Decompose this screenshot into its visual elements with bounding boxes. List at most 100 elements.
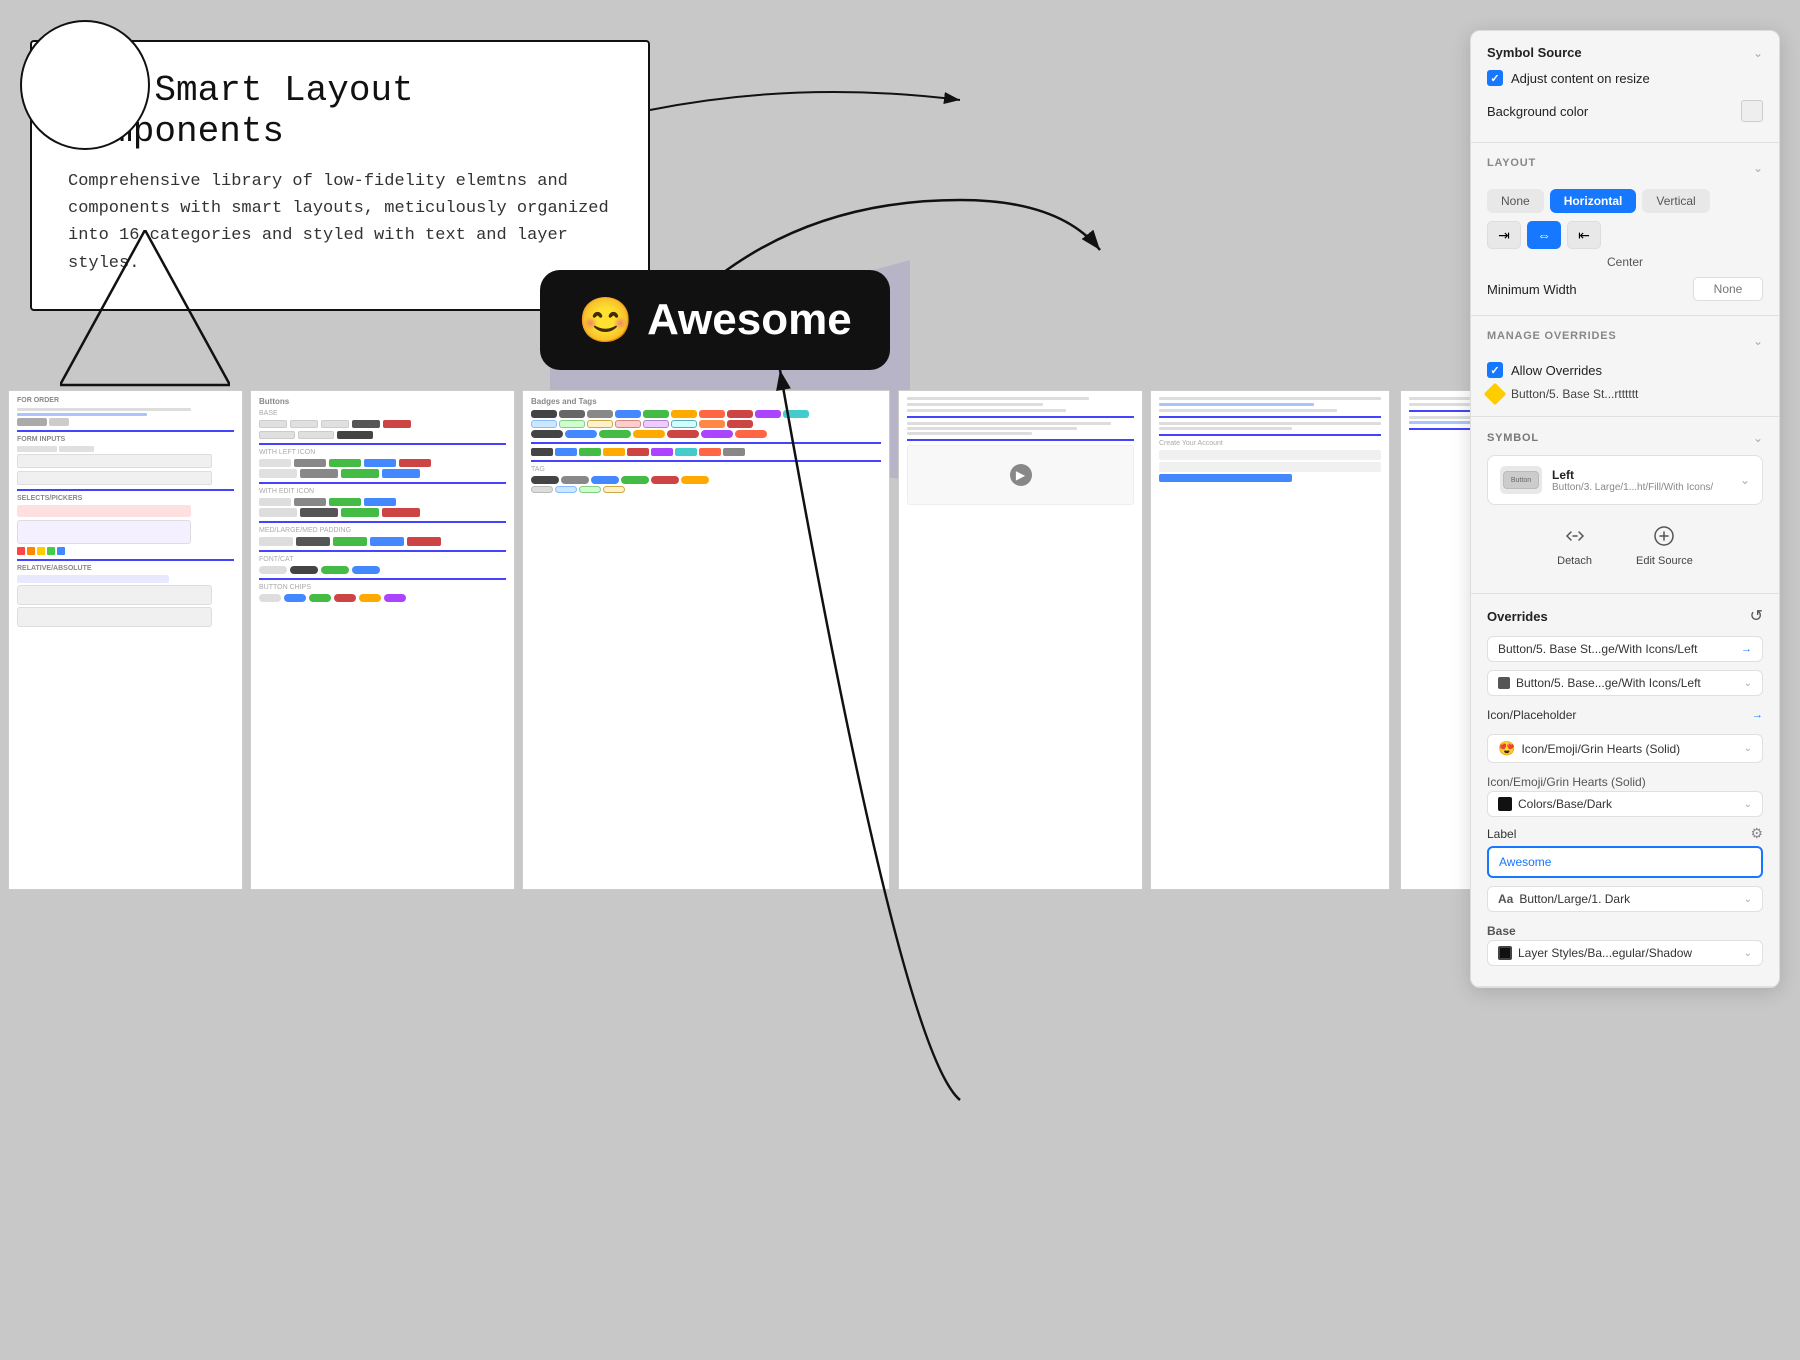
thumb-panel-5: Create Your Account (1150, 390, 1390, 890)
detach-label: Detach (1557, 555, 1592, 567)
symbol-preview[interactable]: Button Left Button/3. Large/1...ht/Fill/… (1487, 455, 1763, 505)
overrides-title: Overrides (1487, 609, 1548, 624)
override-text-layer: Layer Styles/Ba...egular/Shadow (1518, 946, 1744, 960)
thumb-panel-1: FOR ORDER FORM INPUTS SELECTS/PICKERS RE… (8, 390, 243, 890)
overrides-header: Overrides ↺ (1487, 606, 1763, 626)
label-field-header: Label (1487, 827, 1516, 841)
button-base-text: Button/5. Base St...rtttttt (1511, 387, 1638, 401)
triangle-decoration (60, 230, 230, 395)
align-center-button[interactable]: ⇔ (1527, 221, 1561, 249)
layout-section: LAYOUT ⌄ None Horizontal Vertical ⇥ ⇔ ⇤ … (1471, 143, 1779, 316)
override-dropdown-emoji[interactable]: ⌄ (1744, 743, 1752, 754)
diamond-icon (1484, 383, 1507, 406)
button-base-row: Button/5. Base St...rtttttt (1487, 386, 1763, 402)
allow-overrides-label: Allow Overrides (1511, 363, 1602, 378)
manage-overrides-chevron[interactable]: ⌄ (1753, 334, 1763, 348)
manage-overrides-section: MANAGE OVERRIDES ⌄ Allow Overrides Butto… (1471, 316, 1779, 417)
awesome-text: Awesome (647, 295, 852, 345)
icon-placeholder-label: Icon/Placeholder (1487, 708, 1576, 722)
thumb-panel-3: Badges and Tags (522, 390, 890, 890)
min-width-label: Minimum Width (1487, 282, 1577, 297)
override-text-color: Colors/Base/Dark (1518, 797, 1744, 811)
edit-source-icon (1649, 521, 1679, 551)
symbol-source-section: Symbol Source ⌄ Adjust content on resize… (1471, 31, 1779, 143)
override-row-emoji: 😍 Icon/Emoji/Grin Hearts (Solid) ⌄ (1487, 734, 1763, 763)
override-text-emoji: Icon/Emoji/Grin Hearts (Solid) (1521, 742, 1743, 756)
symbol-header: SYMBOL (1487, 432, 1539, 444)
refresh-icon[interactable]: ↺ (1750, 606, 1763, 626)
adjust-content-checkbox[interactable] (1487, 70, 1503, 86)
symbol-header-row: SYMBOL ⌄ (1487, 431, 1763, 445)
symbol-path: Button/3. Large/1...ht/Fill/With Icons/ (1552, 482, 1730, 493)
layout-none-button[interactable]: None (1487, 189, 1544, 213)
manage-overrides-header: MANAGE OVERRIDES (1487, 330, 1617, 342)
override-value-layer[interactable]: Layer Styles/Ba...egular/Shadow ⌄ (1487, 940, 1763, 966)
override-text-1: Button/5. Base...ge/With Icons/Left (1516, 676, 1744, 690)
label-input-active[interactable]: Awesome (1487, 846, 1763, 878)
override-row-0: Button/5. Base St...ge/With Icons/Left → (1487, 636, 1763, 662)
thumb-panel-2: Buttons BASE WITH LEFT ICON (250, 390, 515, 890)
override-row-color: Colors/Base/Dark ⌄ (1487, 791, 1763, 817)
awesome-badge: 😊 Awesome (540, 270, 890, 370)
min-width-row: Minimum Width (1487, 277, 1763, 301)
align-center-label: Center (1487, 255, 1763, 269)
override-value-color[interactable]: Colors/Base/Dark ⌄ (1487, 791, 1763, 817)
override-text-0: Button/5. Base St...ge/With Icons/Left (1498, 642, 1737, 656)
allow-overrides-checkbox[interactable] (1487, 362, 1503, 378)
layout-header: LAYOUT (1487, 157, 1536, 169)
emoji-icon: 😍 (1498, 740, 1515, 757)
symbol-name: Left (1552, 468, 1730, 482)
layout-type-buttons: None Horizontal Vertical (1487, 189, 1763, 213)
override-link-arrow-0[interactable]: → (1741, 643, 1752, 655)
override-value-1[interactable]: Button/5. Base...ge/With Icons/Left ⌄ (1487, 670, 1763, 696)
right-panel: Symbol Source ⌄ Adjust content on resize… (1470, 30, 1780, 988)
adjust-content-label: Adjust content on resize (1511, 71, 1650, 86)
symbol-source-title: Symbol Source (1487, 45, 1582, 60)
symbol-actions: Detach Edit Source (1487, 515, 1763, 573)
label-input-text: Awesome (1499, 855, 1551, 869)
min-width-input[interactable] (1693, 277, 1763, 301)
icon-placeholder-arrow[interactable]: → (1752, 709, 1763, 721)
allow-overrides-row[interactable]: Allow Overrides (1487, 362, 1763, 378)
bg-color-label: Background color (1487, 104, 1588, 119)
override-dropdown-font[interactable]: ⌄ (1744, 894, 1752, 905)
color-swatch (1498, 797, 1512, 811)
align-right-button[interactable]: ⇤ (1567, 221, 1601, 249)
align-left-button[interactable]: ⇥ (1487, 221, 1521, 249)
adjust-content-row[interactable]: Adjust content on resize (1487, 70, 1763, 86)
background-color-row: Background color (1487, 94, 1763, 128)
override-value-emoji[interactable]: 😍 Icon/Emoji/Grin Hearts (Solid) ⌄ (1487, 734, 1763, 763)
overrides-section: Overrides ↺ Button/5. Base St...ge/With … (1471, 594, 1779, 987)
override-row-font: Aa Button/Large/1. Dark ⌄ (1487, 886, 1763, 912)
symbol-preview-info: Left Button/3. Large/1...ht/Fill/With Ic… (1552, 468, 1730, 493)
override-value-font[interactable]: Aa Button/Large/1. Dark ⌄ (1487, 886, 1763, 912)
override-row-layer: Layer Styles/Ba...egular/Shadow ⌄ (1487, 940, 1763, 966)
symbol-source-chevron[interactable]: ⌄ (1753, 46, 1763, 60)
bg-color-swatch[interactable] (1741, 100, 1763, 122)
override-text-font: Button/Large/1. Dark (1519, 892, 1743, 906)
edit-source-button[interactable]: Edit Source (1624, 515, 1705, 573)
override-dropdown-layer[interactable]: ⌄ (1744, 948, 1752, 959)
override-row-icon-placeholder: Icon/Placeholder → (1487, 704, 1763, 726)
edit-source-label: Edit Source (1636, 555, 1693, 567)
label-settings-icon[interactable]: ⚙ (1750, 825, 1763, 842)
circle-decoration (20, 20, 150, 150)
layout-align-row: ⇥ ⇔ ⇤ (1487, 221, 1763, 249)
swatch-1 (1498, 677, 1510, 689)
override-value-0[interactable]: Button/5. Base St...ge/With Icons/Left → (1487, 636, 1763, 662)
layer-swatch (1498, 946, 1512, 960)
symbol-preview-chevron[interactable]: ⌄ (1740, 473, 1750, 487)
layout-horizontal-button[interactable]: Horizontal (1550, 189, 1637, 213)
symbol-preview-icon: Button (1500, 466, 1542, 494)
layout-chevron[interactable]: ⌄ (1753, 161, 1763, 175)
override-dropdown-1[interactable]: ⌄ (1744, 678, 1752, 689)
thumb-panel-4: ▶ (898, 390, 1143, 890)
layout-vertical-button[interactable]: Vertical (1642, 189, 1709, 213)
detach-icon (1560, 521, 1590, 551)
symbol-chevron[interactable]: ⌄ (1753, 431, 1763, 445)
override-row-1: Button/5. Base...ge/With Icons/Left ⌄ (1487, 670, 1763, 696)
override-dropdown-color[interactable]: ⌄ (1744, 799, 1752, 810)
emoji-header-label: Icon/Emoji/Grin Hearts (Solid) (1487, 771, 1763, 791)
detach-button[interactable]: Detach (1545, 515, 1604, 573)
symbol-section: SYMBOL ⌄ Button Left Button/3. Large/1..… (1471, 417, 1779, 594)
